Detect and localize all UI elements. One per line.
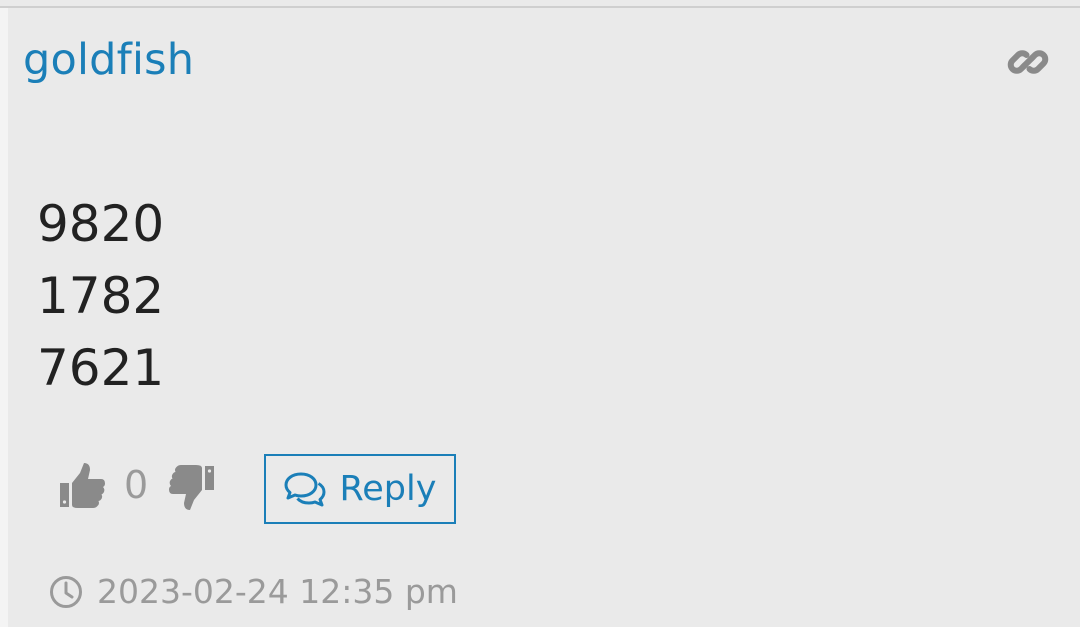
post-divider — [0, 6, 1080, 8]
reply-label: Reply — [339, 469, 437, 509]
vote-controls: 0 — [60, 455, 215, 515]
comments-icon — [284, 471, 326, 507]
thumbs-up-icon[interactable] — [60, 461, 106, 509]
post-content: 9820 1782 7621 — [37, 188, 164, 404]
forum-post: goldfish 9820 1782 7621 0 Reply 2023-02-… — [0, 0, 1080, 627]
content-line: 7621 — [37, 339, 165, 397]
reply-button[interactable]: Reply — [264, 454, 456, 524]
post-left-edge — [0, 8, 8, 627]
post-timestamp: 2023-02-24 12:35 pm — [49, 572, 458, 611]
link-icon[interactable] — [1006, 40, 1050, 84]
content-line: 1782 — [37, 267, 165, 325]
author-name-link[interactable]: goldfish — [23, 32, 194, 88]
timestamp-text: 2023-02-24 12:35 pm — [97, 572, 458, 611]
clock-icon — [49, 575, 83, 609]
content-line: 9820 — [37, 195, 165, 253]
vote-count: 0 — [124, 463, 149, 507]
thumbs-down-icon[interactable] — [168, 464, 215, 512]
